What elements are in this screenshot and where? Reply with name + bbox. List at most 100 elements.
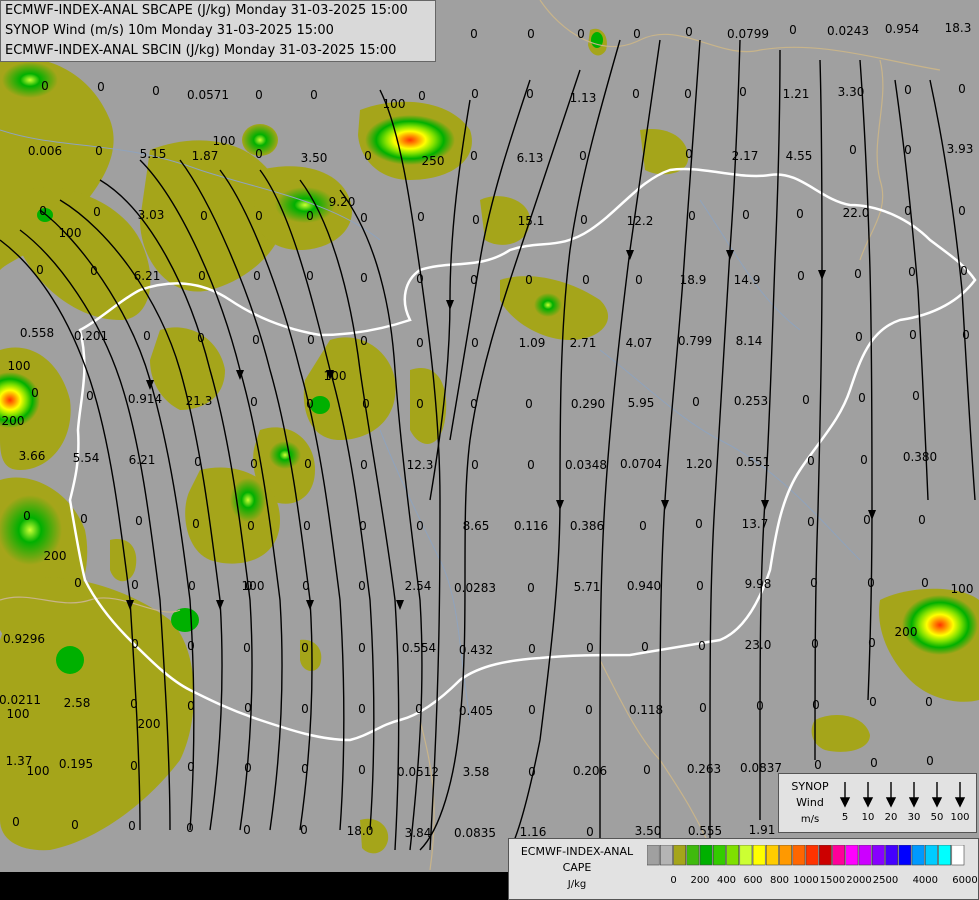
- map-value-label: 2.54: [405, 579, 432, 593]
- map-value-label: 0: [247, 519, 255, 533]
- wind-legend: SYNOP Wind m/s 5 10 20 30 50 100: [778, 773, 977, 833]
- map-value-label: 0: [854, 267, 862, 281]
- map-value-label: 0: [415, 702, 423, 716]
- map-value-label: 0: [244, 761, 252, 775]
- map-value-label: 0: [685, 25, 693, 39]
- map-value-label: 0: [307, 333, 315, 347]
- map-value-label: 0.0571: [187, 88, 229, 102]
- map-value-label: 0: [36, 263, 44, 277]
- map-value-label: 0.253: [734, 394, 768, 408]
- map-value-label: 0: [97, 80, 105, 94]
- map-value-label: 0: [698, 639, 706, 653]
- map-value-label: 0: [811, 637, 819, 651]
- map-value-label: 0: [807, 515, 815, 529]
- map-value-label: 0: [797, 269, 805, 283]
- map-value-label: 0.0211: [0, 693, 41, 707]
- map-value-label: 200: [895, 625, 918, 639]
- map-value-label: 0: [471, 458, 479, 472]
- map-value-label: 0: [685, 147, 693, 161]
- map-value-label: 18.9: [680, 273, 707, 287]
- map-value-label: 0: [360, 458, 368, 472]
- map-value-label: 0.201: [74, 329, 108, 343]
- map-value-label: 5.71: [574, 580, 601, 594]
- map-value-label: 12.3: [407, 458, 434, 472]
- map-value-label: 0: [470, 27, 478, 41]
- map-value-label: 0: [255, 88, 263, 102]
- map-value-label: 200: [2, 414, 25, 428]
- map-value-label: 0: [358, 763, 366, 777]
- map-value-label: 200: [44, 549, 67, 563]
- map-value-label: 0.954: [885, 22, 919, 36]
- map-value-label: 0: [802, 393, 810, 407]
- map-value-label: 0: [243, 641, 251, 655]
- map-value-label: 0: [742, 208, 750, 222]
- map-value-label: 0: [470, 149, 478, 163]
- map-value-label: 0: [358, 579, 366, 593]
- map-value-label: 0: [131, 578, 139, 592]
- map-value-label: 0: [71, 818, 79, 832]
- map-value-label: 100: [8, 359, 31, 373]
- map-value-label: 0: [250, 395, 258, 409]
- map-value-label: 0: [194, 455, 202, 469]
- map-value-label: 100: [951, 582, 974, 596]
- map-value-label: 0: [472, 213, 480, 227]
- cape-wind-map[interactable]: 0.006 0.0571 5.15 1.87 3.50 6.13 1.13 0.0799 0.0…: [0, 0, 979, 900]
- map-value-label: 0: [301, 702, 309, 716]
- map-value-label: 100: [213, 134, 236, 148]
- cape-tick-label: 4000: [912, 875, 939, 886]
- map-value-label: 0: [244, 701, 252, 715]
- map-value-label: 0.551: [736, 455, 770, 469]
- map-value-label: 18.3: [945, 21, 972, 35]
- map-value-label: 3.50: [635, 824, 662, 838]
- map-value-label: 2.71: [570, 336, 597, 350]
- map-value-label: 0: [186, 821, 194, 835]
- map-value-label: 100: [59, 226, 82, 240]
- map-value-label: 0.0837: [740, 761, 782, 775]
- map-value-label: 0: [527, 27, 535, 41]
- map-value-label: 0: [639, 519, 647, 533]
- map-value-label: 0: [470, 397, 478, 411]
- map-value-label: 9.20: [329, 195, 356, 209]
- map-value-label: 0.940: [627, 579, 661, 593]
- wind-speed-label: 100: [950, 812, 970, 823]
- map-value-label: 0: [528, 642, 536, 656]
- cape-tick-label: 6000: [952, 875, 978, 886]
- map-value-label: 22.0: [843, 206, 870, 220]
- map-value-label: 0.0283: [454, 581, 496, 595]
- map-value-label: 0.116: [514, 519, 548, 533]
- map-value-label: 0: [252, 333, 260, 347]
- map-value-label: 0.558: [20, 326, 54, 340]
- map-value-label: 0: [23, 509, 31, 523]
- map-value-label: 6.21: [129, 453, 156, 467]
- cape-legend-title: ECMWF-INDEX-ANAL: [520, 845, 634, 858]
- map-value-label: 250: [422, 154, 445, 168]
- map-value-label: 0.263: [687, 762, 721, 776]
- map-value-label: 0: [187, 639, 195, 653]
- map-value-label: 200: [138, 717, 161, 731]
- map-value-label: 0: [688, 209, 696, 223]
- map-value-label: 0.555: [688, 824, 722, 838]
- map-value-label: 100: [27, 764, 50, 778]
- map-value-label: 0: [416, 519, 424, 533]
- map-value-label: 0: [360, 334, 368, 348]
- map-value-label: 0: [695, 517, 703, 531]
- map-value-label: 0: [358, 702, 366, 716]
- map-value-label: 8.14: [736, 334, 763, 348]
- map-value-label: 0.0348: [565, 458, 607, 472]
- map-value-label: 0: [359, 519, 367, 533]
- map-value-label: 0.290: [571, 397, 605, 411]
- map-value-label: 0: [796, 207, 804, 221]
- map-value-label: 0: [525, 273, 533, 287]
- map-value-label: 1.87: [192, 149, 219, 163]
- map-value-label: 0: [810, 576, 818, 590]
- map-value-label: 0: [86, 389, 94, 403]
- wind-legend-title: SYNOP: [791, 780, 829, 793]
- map-value-label: 0.432: [459, 643, 493, 657]
- title-line-cin: ECMWF-INDEX-ANAL SBCIN (J/kg) Monday 31-…: [5, 43, 397, 58]
- map-value-label: 0: [860, 453, 868, 467]
- map-value-label: 0: [904, 204, 912, 218]
- map-value-label: 0: [300, 823, 308, 837]
- map-value-label: 0: [417, 210, 425, 224]
- map-value-label: 0.380: [903, 450, 937, 464]
- map-value-label: 5.54: [73, 451, 100, 465]
